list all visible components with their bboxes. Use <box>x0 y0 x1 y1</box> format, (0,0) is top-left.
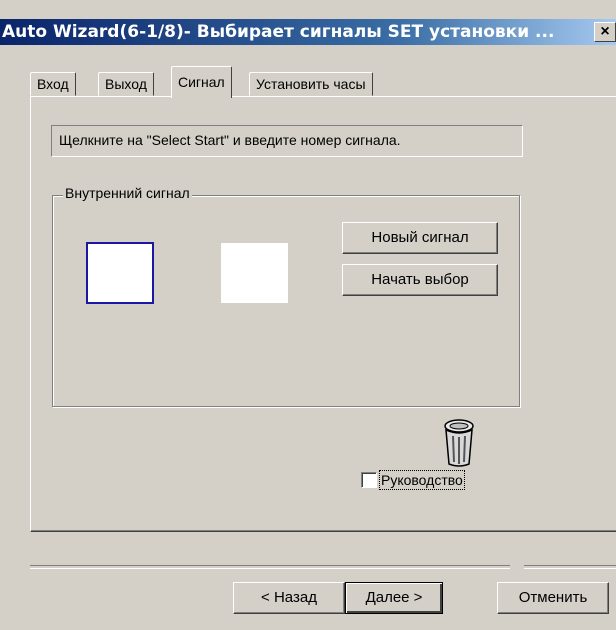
signal-preview-selected[interactable] <box>86 242 154 304</box>
tab-vhod[interactable]: Вход <box>30 72 76 96</box>
tab-signal[interactable]: Сигнал <box>171 66 232 98</box>
guide-checkbox-label[interactable]: Руководство <box>379 470 465 490</box>
next-button[interactable]: Далее > <box>345 582 443 614</box>
trash-icon[interactable] <box>442 418 476 468</box>
instruction-text: Щелкните на "Select Start" и введите ном… <box>51 125 523 157</box>
tab-set-clock[interactable]: Установить часы <box>249 72 373 96</box>
footer-separator <box>30 565 510 569</box>
cancel-button[interactable]: Отменить <box>497 582 609 614</box>
close-button[interactable]: × <box>594 22 616 42</box>
signal-preview[interactable] <box>221 243 288 303</box>
back-button[interactable]: < Назад <box>233 582 345 614</box>
window-title: Auto Wizard(6-1/8)- Выбирает сигналы SET… <box>2 22 555 42</box>
guide-checkbox[interactable] <box>361 472 377 488</box>
new-signal-button[interactable]: Новый сигнал <box>342 222 498 254</box>
group-title: Внутренний сигнал <box>63 185 192 201</box>
footer-separator-right <box>524 565 616 569</box>
title-bar: Auto Wizard(6-1/8)- Выбирает сигналы SET… <box>0 19 616 45</box>
start-select-button[interactable]: Начать выбор <box>342 264 498 296</box>
tab-vyhod[interactable]: Выход <box>98 72 154 96</box>
